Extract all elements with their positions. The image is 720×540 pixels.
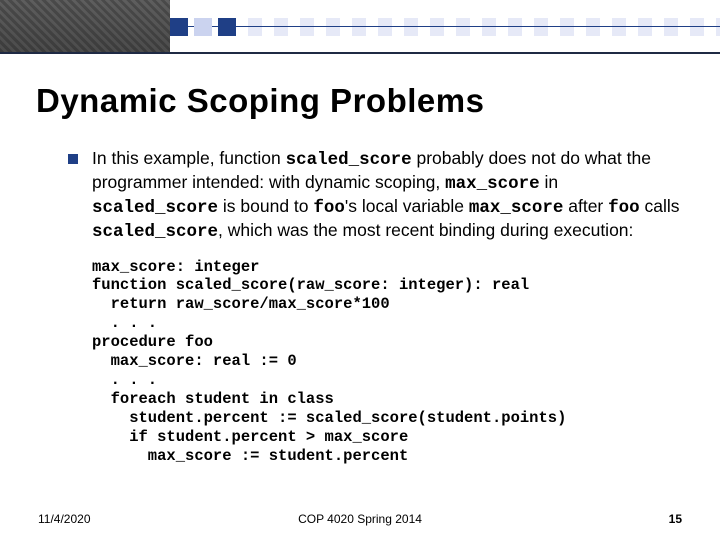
- code-inline: foo: [608, 198, 640, 218]
- footer: 11/4/2020 COP 4020 Spring 2014 15: [38, 512, 682, 526]
- header-grid: [170, 18, 720, 36]
- footer-course: COP 4020 Spring 2014: [38, 512, 682, 526]
- divider: [0, 52, 720, 54]
- slide-title: Dynamic Scoping Problems: [36, 82, 684, 120]
- slide-body: In this example, function scaled_score p…: [68, 148, 682, 465]
- block-icon: [218, 18, 236, 36]
- text: is bound to: [218, 196, 313, 216]
- text: in: [540, 172, 558, 192]
- text: In this example, function: [92, 148, 286, 168]
- code-inline: scaled_score: [92, 222, 218, 242]
- code-block: max_score: integer function scaled_score…: [92, 258, 682, 466]
- slide: Dynamic Scoping Problems In this example…: [0, 0, 720, 540]
- code-inline: max_score: [445, 174, 540, 194]
- text: after: [563, 196, 608, 216]
- header-band: [0, 0, 720, 52]
- block-icon: [170, 18, 188, 36]
- text: calls: [640, 196, 680, 216]
- code-inline: scaled_score: [286, 150, 412, 170]
- text: 's local variable: [345, 196, 469, 216]
- code-inline: max_score: [469, 198, 564, 218]
- header-photo: [0, 0, 170, 52]
- bullet-item: In this example, function scaled_score p…: [68, 148, 682, 244]
- code-inline: scaled_score: [92, 198, 218, 218]
- paragraph: In this example, function scaled_score p…: [92, 148, 682, 244]
- block-icon: [194, 18, 212, 36]
- code-inline: foo: [313, 198, 345, 218]
- text: , which was the most recent binding duri…: [218, 220, 633, 240]
- square-bullet-icon: [68, 154, 78, 164]
- header-blocks: [170, 18, 236, 36]
